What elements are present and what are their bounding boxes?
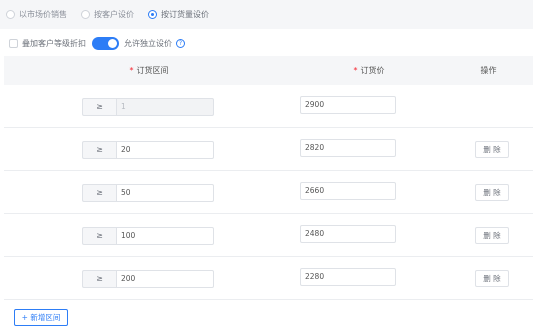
header-price: * 订货价 — [294, 65, 444, 76]
radio-quantity-price-circle[interactable] — [148, 10, 157, 19]
price-input[interactable]: 2900 — [300, 96, 396, 114]
stack-discount-label: 叠加客户等级折扣 — [22, 38, 86, 48]
min-qty-input[interactable]: 20 — [116, 141, 214, 159]
delete-button[interactable]: 删 除 — [475, 184, 509, 201]
table-row: ≥ 1 2900 — [4, 85, 533, 128]
table-row: ≥ 100 2480 删 除 — [4, 214, 533, 257]
allow-independent-label: 允许独立设价 — [124, 38, 172, 48]
min-qty-input: 1 — [116, 98, 214, 116]
delete-button[interactable]: 删 除 — [475, 227, 509, 244]
table-header: * 订货区间 * 订货价 操作 — [4, 56, 533, 85]
price-input[interactable]: 2820 — [300, 139, 396, 157]
min-qty-input[interactable]: 200 — [116, 270, 214, 288]
stack-discount-checkbox[interactable] — [9, 38, 18, 48]
table-row: ≥ 200 2280 删 除 — [4, 257, 533, 300]
delete-button[interactable]: 删 除 — [475, 270, 509, 287]
ge-prefix: ≥ — [82, 227, 116, 245]
radio-customer-price[interactable]: 按客户设价 — [81, 9, 134, 20]
radio-market-price-label: 以市场价销售 — [19, 10, 67, 19]
radio-market-price-circle[interactable] — [6, 10, 15, 19]
header-range-label: 订货区间 — [136, 66, 169, 75]
radio-customer-price-label: 按客户设价 — [94, 10, 134, 19]
radio-customer-price-circle[interactable] — [81, 10, 90, 19]
min-qty-input[interactable]: 50 — [116, 184, 214, 202]
radio-market-price[interactable]: 以市场价销售 — [6, 9, 67, 20]
table-row: ≥ 50 2660 删 除 — [4, 171, 533, 214]
radio-quantity-price[interactable]: 按订货量设价 — [148, 9, 209, 20]
price-input[interactable]: 2480 — [300, 225, 396, 243]
price-input[interactable]: 2660 — [300, 182, 396, 200]
delete-button[interactable]: 删 除 — [475, 141, 509, 158]
header-actions: 操作 — [480, 66, 497, 75]
allow-independent-toggle[interactable] — [92, 36, 119, 50]
range-field: ≥ 200 — [82, 270, 214, 288]
ge-prefix: ≥ — [82, 98, 116, 116]
range-field: ≥ 20 — [82, 141, 214, 159]
price-input[interactable]: 2280 — [300, 268, 396, 286]
add-range-button[interactable]: + 新增区间 — [14, 309, 68, 326]
ge-prefix: ≥ — [82, 184, 116, 202]
price-range-table: * 订货区间 * 订货价 操作 ≥ 1 2900 ≥ 20 2820 删 除 ≥ 5… — [4, 56, 533, 300]
pricing-mode-bar: 以市场价销售 按客户设价 按订货量设价 — [0, 0, 533, 29]
required-mark: * — [129, 66, 134, 75]
range-field: ≥ 1 — [82, 98, 214, 116]
required-mark: * — [353, 66, 358, 75]
ge-prefix: ≥ — [82, 270, 116, 288]
min-qty-input[interactable]: 100 — [116, 227, 214, 245]
help-icon[interactable]: ? — [176, 38, 185, 48]
header-price-label: 订货价 — [360, 66, 385, 75]
header-range: * 订货区间 — [4, 65, 294, 76]
table-row: ≥ 20 2820 删 除 — [4, 128, 533, 171]
ge-prefix: ≥ — [82, 141, 116, 159]
range-field: ≥ 100 — [82, 227, 214, 245]
options-row: 叠加客户等级折扣 允许独立设价 ? — [0, 35, 533, 51]
radio-quantity-price-label: 按订货量设价 — [161, 10, 209, 19]
range-field: ≥ 50 — [82, 184, 214, 202]
